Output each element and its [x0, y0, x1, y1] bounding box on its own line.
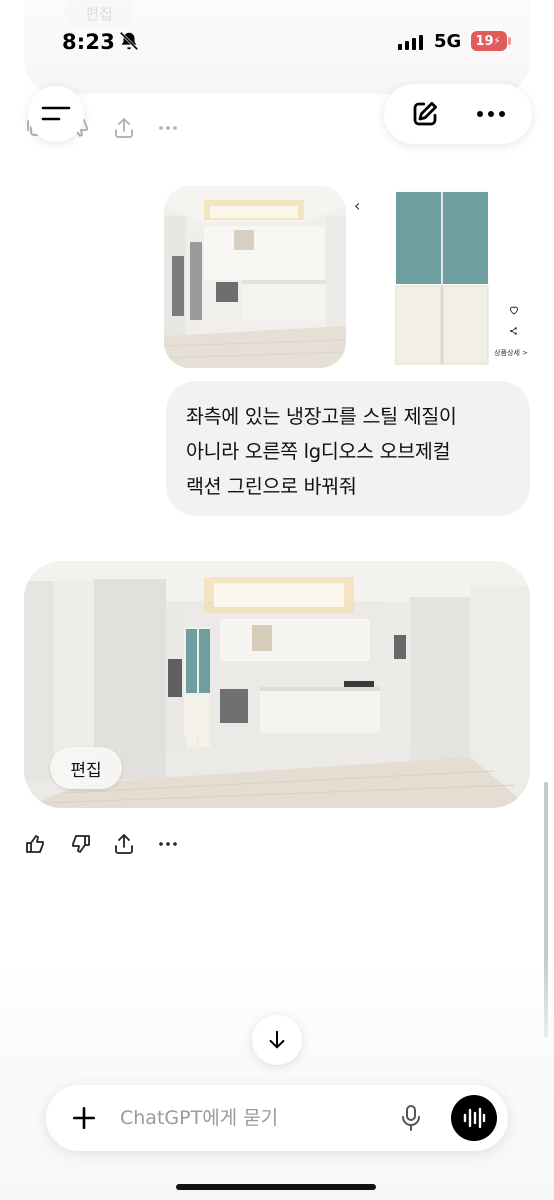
plus-icon	[72, 1106, 96, 1130]
more-horizontal-icon	[159, 842, 177, 846]
message-composer	[46, 1085, 508, 1151]
share-icon	[115, 834, 133, 854]
battery-tip	[508, 37, 511, 45]
bell-off-icon	[119, 31, 139, 51]
battery-level: 19	[475, 33, 494, 49]
product-detail-link[interactable]: 상품상세 >	[494, 348, 528, 358]
attachment-kitchen-image[interactable]	[164, 186, 346, 368]
compose-icon	[413, 102, 437, 126]
user-message-line: 아니라 오른쪽 lg디오스 오브제컬	[186, 440, 451, 463]
more-options-button[interactable]	[467, 90, 515, 138]
thumbs-up-icon	[26, 835, 44, 853]
user-message-line: 랙션 그린으로 바꿔줘	[186, 475, 357, 498]
attachment-fridge-image[interactable]: ‹ 상품상세 >	[354, 186, 530, 368]
user-message-line: 좌측에 있는 냉장고를 스틸 제질이	[186, 405, 457, 428]
share-button[interactable]	[112, 832, 136, 856]
assistant-action-row	[24, 832, 180, 856]
home-indicator	[176, 1184, 376, 1190]
battery-icon: 19 ⚡	[471, 31, 507, 51]
waveform-icon	[463, 1107, 486, 1129]
share-icon[interactable]	[112, 116, 136, 140]
dictation-button[interactable]	[396, 1102, 426, 1134]
new-chat-button[interactable]	[401, 90, 449, 138]
voice-mode-button[interactable]	[451, 1095, 497, 1141]
sidebar-menu-button[interactable]	[28, 86, 84, 142]
refrigerator-product-photo	[394, 190, 489, 366]
user-message-bubble: 좌측에 있는 냉장고를 스틸 제질이 아니라 오른쪽 lg디오스 오브제컬 랙션…	[166, 381, 530, 516]
kitchen-photo	[164, 186, 346, 368]
chevron-left-icon: ‹	[354, 196, 361, 215]
more-actions-button[interactable]	[156, 832, 180, 856]
heart-icon[interactable]	[508, 304, 520, 316]
hamburger-menu-icon	[41, 106, 71, 121]
arrow-down-icon	[269, 1030, 285, 1049]
attach-button[interactable]	[68, 1102, 100, 1134]
bottom-fade	[0, 960, 554, 1200]
status-bar: 8:23 5G 19 ⚡	[0, 0, 554, 80]
generated-kitchen-image[interactable]: 편집	[24, 561, 530, 808]
like-button[interactable]	[24, 832, 48, 856]
more-horizontal-icon[interactable]	[156, 116, 180, 140]
header-actions	[384, 84, 532, 144]
dislike-button[interactable]	[68, 832, 92, 856]
scroll-to-bottom-button[interactable]	[252, 1015, 302, 1065]
image-edit-button[interactable]: 편집	[50, 747, 122, 789]
more-horizontal-icon	[477, 111, 505, 117]
message-input[interactable]	[118, 1099, 378, 1137]
cellular-signal-icon	[398, 34, 423, 50]
microphone-icon	[402, 1105, 420, 1131]
share-nodes-icon[interactable]	[509, 326, 518, 336]
network-type: 5G	[434, 31, 462, 52]
thumbs-down-icon	[72, 835, 90, 853]
status-time: 8:23	[62, 30, 116, 54]
